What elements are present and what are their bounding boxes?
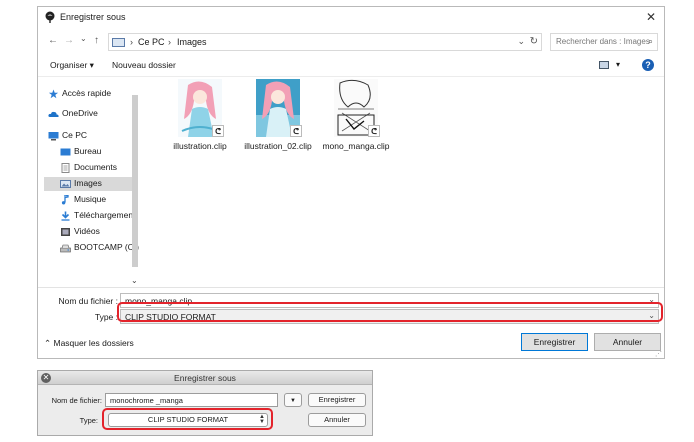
organize-button[interactable]: Organiser ▾ xyxy=(50,60,94,71)
sidebar-item-bootcamp-drive[interactable]: BOOTCAMP (C:) xyxy=(44,241,139,255)
expand-dialog-button[interactable]: ▼ xyxy=(284,393,302,407)
star-icon xyxy=(48,89,59,99)
help-icon[interactable]: ? xyxy=(642,59,654,71)
mac-filename-input[interactable]: monochrome _manga xyxy=(105,393,278,407)
mac-title-bar: ✕ Enregistrer sous xyxy=(38,371,372,385)
type-label: Type : xyxy=(94,312,118,322)
up-arrow-icon[interactable]: ↑ xyxy=(94,35,99,46)
forward-arrow-icon[interactable]: → xyxy=(64,35,74,46)
clip-file-badge-icon: ᕦ xyxy=(290,125,302,137)
clip-file-badge-icon: ᕦ xyxy=(212,125,224,137)
images-icon xyxy=(60,180,71,188)
scroll-down-icon[interactable]: ⌄ xyxy=(131,276,138,285)
chevron-up-icon: ⌃ xyxy=(44,338,52,348)
file-name: mono_manga.clip xyxy=(322,141,390,151)
clip-file-badge-icon: ᕦ xyxy=(368,125,380,137)
search-box[interactable]: Rechercher dans : Images ⌕ xyxy=(550,33,658,51)
sidebar-item-desktop[interactable]: Bureau xyxy=(44,145,136,159)
music-icon xyxy=(61,195,69,205)
drive-icon xyxy=(60,244,71,253)
computer-icon xyxy=(48,132,59,141)
search-placeholder: Rechercher dans : Images xyxy=(556,37,650,46)
folder-icon xyxy=(112,38,125,47)
file-name: illustration.clip xyxy=(173,141,227,151)
save-button[interactable]: Enregistrer xyxy=(521,333,588,351)
mac-type-highlight-box xyxy=(102,408,273,430)
scrollbar-thumb[interactable] xyxy=(132,95,138,267)
sidebar-item-images[interactable]: Images xyxy=(44,177,136,191)
download-icon xyxy=(61,211,70,221)
triangle-down-icon: ▼ xyxy=(290,398,296,404)
recent-locations-chevron-icon[interactable]: ⌄ xyxy=(80,34,87,43)
title-bar: Enregistrer sous ✕ xyxy=(38,7,664,29)
breadcrumb-separator: › xyxy=(168,37,171,47)
desktop-icon xyxy=(60,148,71,156)
navigation-bar: ← → ⌄ ↑ › Ce PC › Images ⌄ ↻ Rechercher … xyxy=(38,29,664,55)
mac-save-button[interactable]: Enregistrer xyxy=(308,393,366,407)
filename-label: Nom du fichier : xyxy=(58,296,118,306)
file-list: ᕦ illustration.clip ᕦ illustration_02.cl… xyxy=(142,77,660,287)
cancel-button[interactable]: Annuler xyxy=(594,333,661,351)
cloud-icon xyxy=(48,111,59,117)
breadcrumb-separator: › xyxy=(130,37,133,47)
view-dropdown-icon[interactable]: ▾ xyxy=(616,60,620,69)
search-icon[interactable]: ⌕ xyxy=(648,36,653,47)
video-icon xyxy=(61,228,70,236)
sidebar-scrollbar[interactable]: ⌄ xyxy=(130,81,140,285)
new-folder-button[interactable]: Nouveau dossier xyxy=(112,60,176,70)
navigation-pane: Accès rapide OneDrive Ce PC Bureau Docum… xyxy=(38,77,142,283)
mac-type-label: Type: xyxy=(79,416,98,425)
file-item[interactable]: ᕦ mono_manga.clip xyxy=(316,79,390,159)
file-item[interactable]: ᕦ illustration.clip xyxy=(160,79,232,159)
close-icon[interactable]: ✕ xyxy=(646,10,656,24)
type-highlight-box xyxy=(117,302,663,322)
document-icon xyxy=(61,163,70,173)
dialog-footer: ⌃ Masquer les dossiers Enregistrer Annul… xyxy=(38,330,664,360)
view-options-icon[interactable] xyxy=(599,61,609,69)
hide-folders-button[interactable]: ⌃ Masquer les dossiers xyxy=(44,338,134,349)
sidebar-item-downloads[interactable]: Téléchargement xyxy=(44,209,136,223)
address-dropdown-icon[interactable]: ⌄ xyxy=(517,36,525,47)
sidebar-item-this-pc[interactable]: Ce PC xyxy=(44,129,136,143)
dialog-title: Enregistrer sous xyxy=(60,12,126,22)
resize-grip-icon[interactable]: ⋰ xyxy=(655,350,662,358)
back-arrow-icon[interactable]: ← xyxy=(48,35,58,46)
sidebar-item-quick-access[interactable]: Accès rapide xyxy=(44,87,136,101)
sidebar-item-music[interactable]: Musique xyxy=(44,193,136,207)
clip-studio-app-icon xyxy=(45,11,55,23)
sidebar-item-videos[interactable]: Vidéos xyxy=(44,225,136,239)
mac-cancel-button[interactable]: Annuler xyxy=(308,413,366,427)
sidebar-item-documents[interactable]: Documents xyxy=(44,161,136,175)
file-name: illustration_02.clip xyxy=(244,141,312,151)
file-item[interactable]: ᕦ illustration_02.clip xyxy=(238,79,312,159)
refresh-icon[interactable]: ↻ xyxy=(530,36,538,47)
sidebar-item-onedrive[interactable]: OneDrive xyxy=(44,107,136,121)
mac-dialog-title: Enregistrer sous xyxy=(174,373,236,383)
address-bar[interactable]: › Ce PC › Images ⌄ ↻ xyxy=(108,33,542,51)
mac-filename-label: Nom de fichier: xyxy=(51,396,102,405)
command-toolbar: Organiser ▾ Nouveau dossier ▾ ? xyxy=(38,55,664,77)
breadcrumb-images[interactable]: Images xyxy=(177,37,207,47)
breadcrumb-ce-pc[interactable]: Ce PC xyxy=(138,37,165,47)
